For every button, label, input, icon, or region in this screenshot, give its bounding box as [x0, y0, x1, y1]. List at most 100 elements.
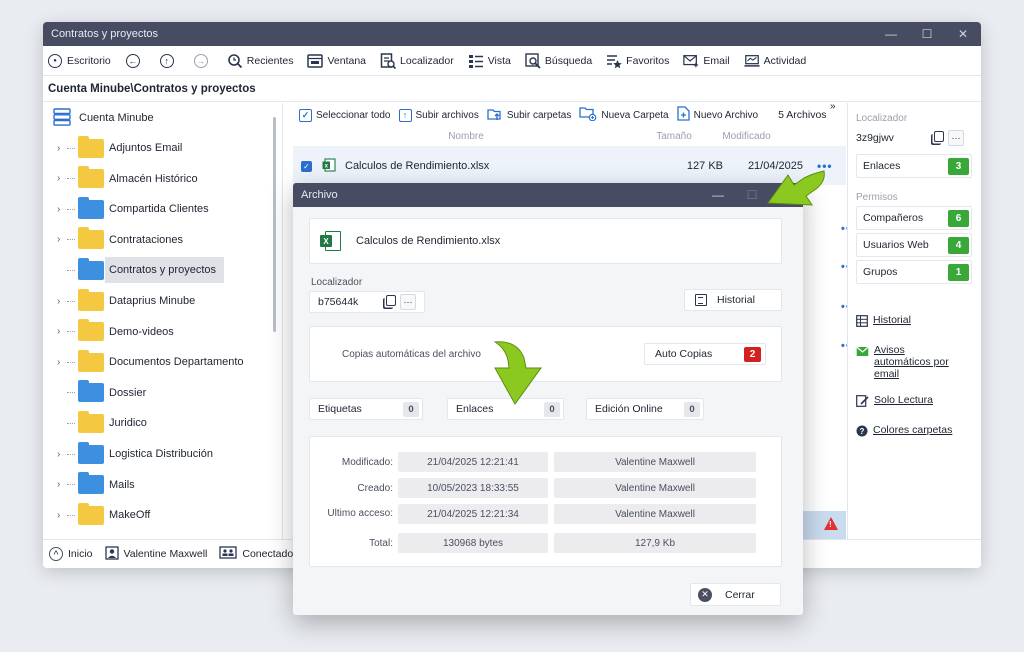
- folder-icon: [78, 502, 104, 525]
- tree-folder-item[interactable]: › Documentos Departamento: [57, 347, 244, 377]
- chevron-right-icon[interactable]: ›: [57, 143, 67, 154]
- conectados-status[interactable]: Conectados: [219, 545, 298, 563]
- copy-icon[interactable]: [934, 131, 944, 145]
- tree-root-cuenta-minube[interactable]: Cuenta Minube: [43, 103, 282, 133]
- tree-folder-item[interactable]: › Mails: [57, 470, 135, 500]
- toolbar-localizador-label: Localizador: [400, 54, 454, 67]
- toolbar-actividad-button[interactable]: Actividad: [744, 53, 806, 69]
- chevron-right-icon[interactable]: ›: [57, 357, 67, 368]
- tree-folder-item[interactable]: › Compartida Clientes: [57, 194, 209, 224]
- panel-enlaces-badge: 3: [948, 157, 969, 175]
- toolbar-localizador-button[interactable]: Localizador: [380, 52, 454, 69]
- new-folder-label: Nueva Carpeta: [601, 109, 669, 121]
- tree-connector: [67, 147, 75, 149]
- total-label: Total:: [369, 538, 393, 549]
- new-folder-button[interactable]: Nueva Carpeta: [579, 106, 669, 124]
- tree-folder-item[interactable]: Juridico: [57, 408, 147, 438]
- new-file-icon: [676, 106, 690, 124]
- usuarios-web-card[interactable]: Usuarios Web 4: [856, 233, 972, 257]
- chevron-right-icon[interactable]: ›: [57, 326, 67, 337]
- more-options-button[interactable]: ···: [948, 130, 964, 146]
- tree-root-label: Cuenta Minube: [79, 112, 154, 124]
- tree-folder-label: Adjuntos Email: [109, 142, 183, 154]
- grupos-card[interactable]: Grupos 1: [856, 260, 972, 284]
- close-button[interactable]: ✕ Cerrar: [690, 583, 781, 606]
- tree-connector: [67, 208, 75, 210]
- select-all-button[interactable]: ✓ Seleccionar todo: [299, 108, 391, 122]
- chevron-right-icon[interactable]: ›: [57, 449, 67, 460]
- connected-users-icon: [219, 545, 238, 563]
- dialog-historial-label: Historial: [717, 294, 755, 306]
- toolbar-escritorio-button[interactable]: ● Escritorio: [47, 53, 111, 69]
- back-arrow-icon: ←: [125, 53, 141, 69]
- modificado-user: Valentine Maxwell: [554, 452, 756, 472]
- auto-copias-button[interactable]: Auto Copias 2: [644, 343, 766, 365]
- close-icon: ✕: [698, 587, 712, 602]
- row-checkbox[interactable]: ✓: [301, 160, 312, 172]
- creado-date: 10/05/2023 18:33:55: [398, 478, 548, 498]
- historial-link[interactable]: Historial: [856, 314, 981, 330]
- chevron-right-icon[interactable]: ›: [57, 173, 67, 184]
- toolbar-favoritos-button[interactable]: Favoritos: [606, 53, 669, 69]
- toolbar-busqueda-button[interactable]: Búsqueda: [525, 52, 592, 69]
- properties-panel: Localizador 3z9gjwv ··· Enlaces 3 Permis…: [847, 103, 981, 539]
- edicion-online-card[interactable]: Edición Online 0: [586, 398, 704, 420]
- new-folder-icon: [579, 106, 597, 124]
- more-chevron-icon[interactable]: »: [830, 101, 836, 112]
- tree-folder-item[interactable]: › MakeOff: [57, 500, 150, 530]
- panel-enlaces-card[interactable]: Enlaces 3: [856, 154, 972, 178]
- chevron-right-icon[interactable]: ›: [57, 234, 67, 245]
- chevron-right-icon[interactable]: ›: [57, 204, 67, 215]
- tree-folder-item[interactable]: › Demo-videos: [57, 317, 174, 347]
- etiquetas-card[interactable]: Etiquetas 0: [309, 398, 423, 420]
- chevron-right-icon[interactable]: ›: [57, 510, 67, 521]
- dialog-historial-button[interactable]: Historial: [684, 289, 782, 311]
- tree-connector: [67, 361, 75, 363]
- permisos-label: Permisos: [856, 192, 898, 203]
- tree-folder-label: Contratos y proyectos: [105, 257, 224, 284]
- solo-lectura-link[interactable]: Solo Lectura: [856, 394, 981, 410]
- tree-folder-item[interactable]: Dossier: [57, 378, 146, 408]
- new-file-label: Nuevo Archivo: [693, 109, 759, 121]
- toolbar-ventana-button[interactable]: Ventana: [307, 53, 366, 69]
- dialog-minimize-button[interactable]: —: [701, 183, 735, 207]
- colores-link[interactable]: ? Colores carpetas: [856, 424, 981, 440]
- toolbar-recientes-button[interactable]: Recientes: [227, 53, 294, 69]
- tree-folder-item[interactable]: Contratos y proyectos: [57, 255, 224, 285]
- minimize-button[interactable]: —: [873, 22, 909, 46]
- tree-folder-item[interactable]: › Contrataciones: [57, 225, 183, 255]
- user-status[interactable]: Valentine Maxwell: [104, 545, 207, 563]
- toolbar-recientes-label: Recientes: [246, 54, 294, 67]
- user-icon: [104, 545, 119, 563]
- folder-icon: [78, 319, 104, 342]
- dialog-more-button[interactable]: ···: [400, 294, 416, 310]
- toolbar-up-button[interactable]: ↑: [159, 53, 179, 69]
- callout-arrow-icon: [767, 170, 825, 206]
- tree-scrollbar[interactable]: [273, 117, 276, 332]
- copy-icon[interactable]: [386, 295, 396, 309]
- inicio-button[interactable]: ^ Inicio: [49, 547, 93, 561]
- chevron-right-icon[interactable]: ›: [57, 479, 67, 490]
- tree-folder-item[interactable]: › Almacén Histórico: [57, 164, 198, 194]
- upload-files-button[interactable]: ↑ Subir archivos: [398, 108, 479, 122]
- new-file-button[interactable]: Nuevo Archivo: [676, 106, 759, 124]
- col-modified-header[interactable]: Modificado: [709, 131, 784, 142]
- toolbar-forward-button[interactable]: →: [193, 53, 213, 69]
- tree-folder-item[interactable]: › Dataprius Minube: [57, 286, 195, 316]
- maximize-button[interactable]: ☐: [909, 22, 945, 46]
- avisos-link[interactable]: Avisos automáticos por email: [856, 344, 981, 380]
- toolbar-back-button[interactable]: ←: [125, 53, 145, 69]
- col-size-header[interactable]: Tamaño: [639, 131, 709, 142]
- tree-folder-item[interactable]: › Logistica Distribución: [57, 439, 213, 469]
- warning-icon[interactable]: !: [824, 517, 838, 530]
- close-window-button[interactable]: ✕: [945, 22, 981, 46]
- window-titlebar: Contratos y proyectos — ☐ ✕: [43, 22, 981, 46]
- toolbar-email-button[interactable]: Email: [683, 53, 730, 69]
- col-name-header[interactable]: Nombre: [293, 131, 639, 142]
- chevron-right-icon[interactable]: ›: [57, 296, 67, 307]
- companeros-card[interactable]: Compañeros 6: [856, 206, 972, 230]
- tree-folder-item[interactable]: › Adjuntos Email: [57, 133, 182, 163]
- toolbar-vista-button[interactable]: Vista: [468, 53, 511, 69]
- upload-folders-button[interactable]: Subir carpetas: [487, 107, 571, 124]
- auto-copias-badge: 2: [744, 346, 761, 362]
